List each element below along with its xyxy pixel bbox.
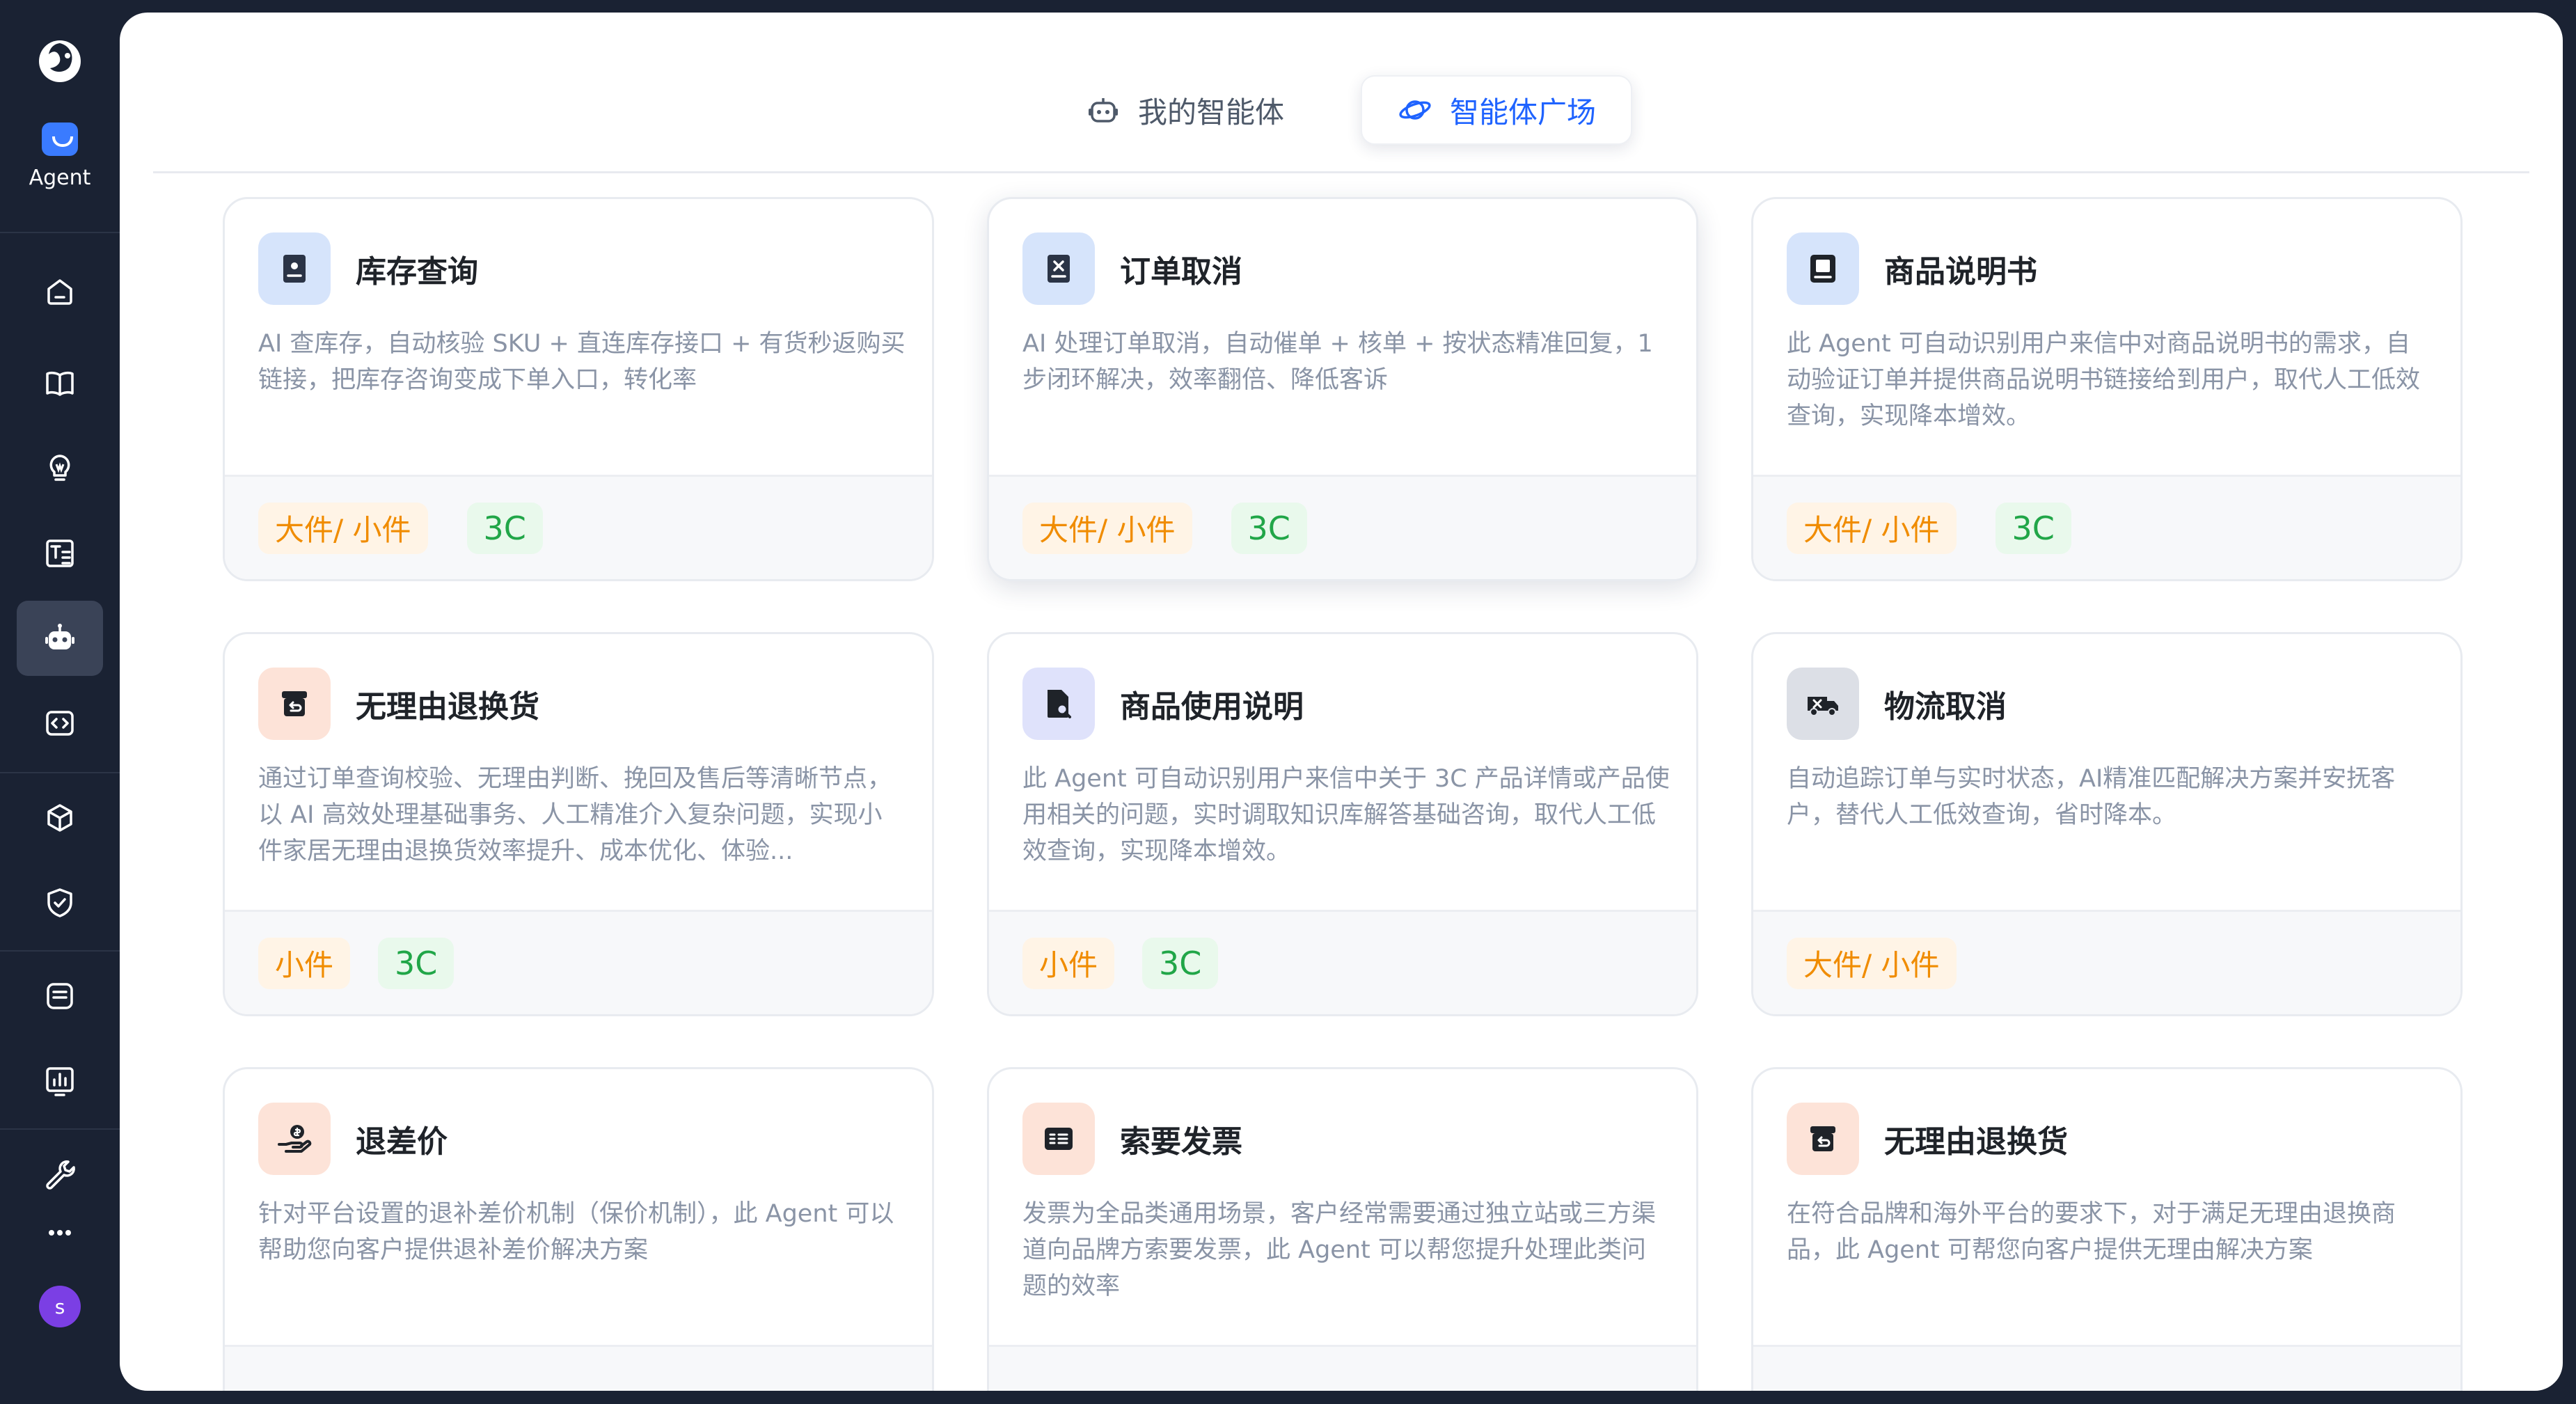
card-description: 通过订单查询校验、无理由判断、挽回及售后等清晰节点，以 AI 高效处理基础事务、… (258, 765, 892, 865)
planet-icon (1399, 100, 1431, 120)
tab-label: 我的智能体 (1137, 95, 1284, 129)
card-description: AI 查库存，自动核验 SKU + 直连库存接口 + 有货秒返购买链接，把库存咨… (258, 330, 906, 394)
card-tags: 大件/ 小件 3C (989, 475, 1696, 579)
card-title: 订单取消 (1120, 254, 1242, 290)
sidebar-item-code[interactable] (17, 686, 103, 761)
chat-log-icon (47, 983, 73, 1009)
tag-size: 小件 (258, 937, 351, 989)
sidebar-item-home[interactable] (17, 254, 103, 329)
card-description: 自动追踪订单与实时状态，AI精准匹配解决方案并安抚客户，替代人工低效查询，省时降… (1787, 765, 2396, 829)
sidebar-item-analytics[interactable] (17, 1043, 103, 1119)
agent-card-order-cancel[interactable]: 订单取消 AI 处理订单取消，自动催单 + 核单 + 按状态精准回复，1 步闭环… (987, 197, 1698, 581)
main-panel: 我的智能体 智能体广场 库存查询 AI 查库存，自动核验 SKU + 直连库存接… (120, 13, 2563, 1391)
order-cancel-icon (1022, 232, 1095, 305)
chart-icon (46, 1067, 74, 1096)
sidebar-more-button[interactable] (17, 1212, 103, 1254)
tab-label: 智能体广场 (1450, 95, 1597, 129)
card-tags (989, 1345, 1696, 1391)
shield-check-icon (47, 888, 72, 917)
card-title: 无理由退换货 (356, 689, 539, 725)
card-title: 索要发票 (1120, 1124, 1242, 1160)
agent-card-return[interactable]: 无理由退换货 通过订单查询校验、无理由判断、挽回及售后等清晰节点，以 AI 高效… (223, 632, 934, 1016)
card-title: 无理由退换货 (1884, 1124, 2068, 1160)
agent-card-refund-diff[interactable]: 退差价 针对平台设置的退补差价机制（保价机制），此 Agent 可以帮助您向客户… (223, 1067, 934, 1391)
sidebar-item-agents[interactable] (17, 601, 103, 676)
card-tags: 大件/ 小件 (1753, 910, 2460, 1014)
manual-book-icon (1787, 232, 1859, 305)
card-title: 退差价 (356, 1124, 448, 1160)
tag-size: 小件 (1022, 937, 1115, 989)
tag-category: 3C (378, 937, 455, 989)
app-logo-icon[interactable] (35, 36, 85, 86)
agent-card-manual[interactable]: 商品说明书 此 Agent 可自动识别用户来信中对商品说明书的需求，自动验证订单… (1751, 197, 2463, 581)
sidebar-item-ideas[interactable] (17, 431, 103, 506)
sidebar: Agent s (0, 0, 120, 1404)
wrench-icon (46, 1160, 75, 1190)
invoice-icon (1022, 1103, 1095, 1175)
tag-category: 3C (466, 502, 543, 554)
text-tool-icon (46, 539, 74, 567)
card-description: 此 Agent 可自动识别用户来信中关于 3C 产品详情或产品使用相关的问题，实… (1022, 765, 1670, 865)
truck-cancel-icon (1787, 668, 1859, 740)
card-tags: 小件 3C (989, 910, 1696, 1014)
sidebar-divider (0, 232, 120, 233)
agent-app-icon[interactable] (42, 123, 78, 156)
robot-icon (45, 624, 74, 649)
sidebar-item-knowledge[interactable] (17, 346, 103, 421)
tab-divider (153, 171, 2529, 173)
card-title: 商品说明书 (1884, 254, 2037, 290)
tag-size: 大件/ 小件 (1787, 937, 1957, 989)
agent-label: Agent (29, 166, 91, 190)
more-icon (49, 1230, 71, 1236)
tag-size: 大件/ 小件 (1022, 502, 1192, 554)
card-tags: 大件/ 小件 3C (225, 475, 932, 579)
card-title: 商品使用说明 (1120, 689, 1304, 725)
card-description: AI 处理订单取消，自动催单 + 核单 + 按状态精准回复，1 步闭环解决，效率… (1022, 330, 1653, 394)
card-description: 针对平台设置的退补差价机制（保价机制），此 Agent 可以帮助您向客户提供退补… (258, 1200, 894, 1264)
doc-search-icon (1022, 668, 1095, 740)
home-icon (47, 279, 72, 305)
agent-card-usage[interactable]: 商品使用说明 此 Agent 可自动识别用户来信中关于 3C 产品详情或产品使用… (987, 632, 1698, 1016)
sidebar-divider (0, 772, 120, 773)
tab-my-agents[interactable]: 我的智能体 (1050, 75, 1319, 145)
code-icon (46, 711, 74, 736)
bulb-icon (49, 455, 70, 481)
card-tags (1753, 1345, 2460, 1391)
inventory-icon (258, 232, 331, 305)
agent-card-inventory[interactable]: 库存查询 AI 查库存，自动核验 SKU + 直连库存接口 + 有货秒返购买链接… (223, 197, 934, 581)
book-icon (46, 371, 74, 396)
sidebar-divider (0, 950, 120, 952)
tag-size: 大件/ 小件 (258, 502, 428, 554)
tag-size: 大件/ 小件 (1787, 502, 1957, 554)
card-description: 发票为全品类通用场景，客户经常需要通过独立站或三方渠道向品牌方索要发票，此 Ag… (1022, 1200, 1657, 1300)
agent-card-return-2[interactable]: 无理由退换货 在符合品牌和海外平台的要求下，对于满足无理由退换商品，此 Agen… (1751, 1067, 2463, 1391)
card-description: 在符合品牌和海外平台的要求下，对于满足无理由退换商品，此 Agent 可帮您向客… (1787, 1200, 2396, 1264)
sidebar-item-settings[interactable] (17, 1137, 103, 1212)
card-title: 物流取消 (1884, 689, 2007, 725)
return-box-icon (1787, 1103, 1859, 1175)
card-tags (225, 1345, 932, 1391)
card-description: 此 Agent 可自动识别用户来信中对商品说明书的需求，自动验证订单并提供商品说… (1787, 330, 2421, 430)
user-avatar[interactable]: s (39, 1286, 81, 1327)
sidebar-item-packages[interactable] (17, 780, 103, 855)
tag-category: 3C (1995, 502, 2071, 554)
sidebar-item-security[interactable] (17, 865, 103, 940)
cube-icon (47, 804, 72, 832)
return-box-icon (258, 668, 331, 740)
card-tags: 大件/ 小件 3C (1753, 475, 2460, 579)
tag-category: 3C (1142, 937, 1219, 989)
refund-hand-icon (258, 1103, 331, 1175)
tag-category: 3C (1231, 502, 1307, 554)
agent-card-invoice[interactable]: 索要发票 发票为全品类通用场景，客户经常需要通过独立站或三方渠道向品牌方索要发票… (987, 1067, 1698, 1391)
tab-bar: 我的智能体 智能体广场 (120, 75, 2563, 145)
sidebar-item-chat-log[interactable] (17, 959, 103, 1034)
card-title: 库存查询 (356, 254, 478, 290)
tab-agent-plaza[interactable]: 智能体广场 (1361, 75, 1633, 145)
card-tags: 小件 3C (225, 910, 932, 1014)
sidebar-item-text-tool[interactable] (17, 516, 103, 591)
sidebar-divider (0, 1128, 120, 1130)
robot-icon (1088, 98, 1118, 123)
agent-card-logistics-cancel[interactable]: 物流取消 自动追踪订单与实时状态，AI精准匹配解决方案并安抚客户，替代人工低效查… (1751, 632, 2463, 1016)
